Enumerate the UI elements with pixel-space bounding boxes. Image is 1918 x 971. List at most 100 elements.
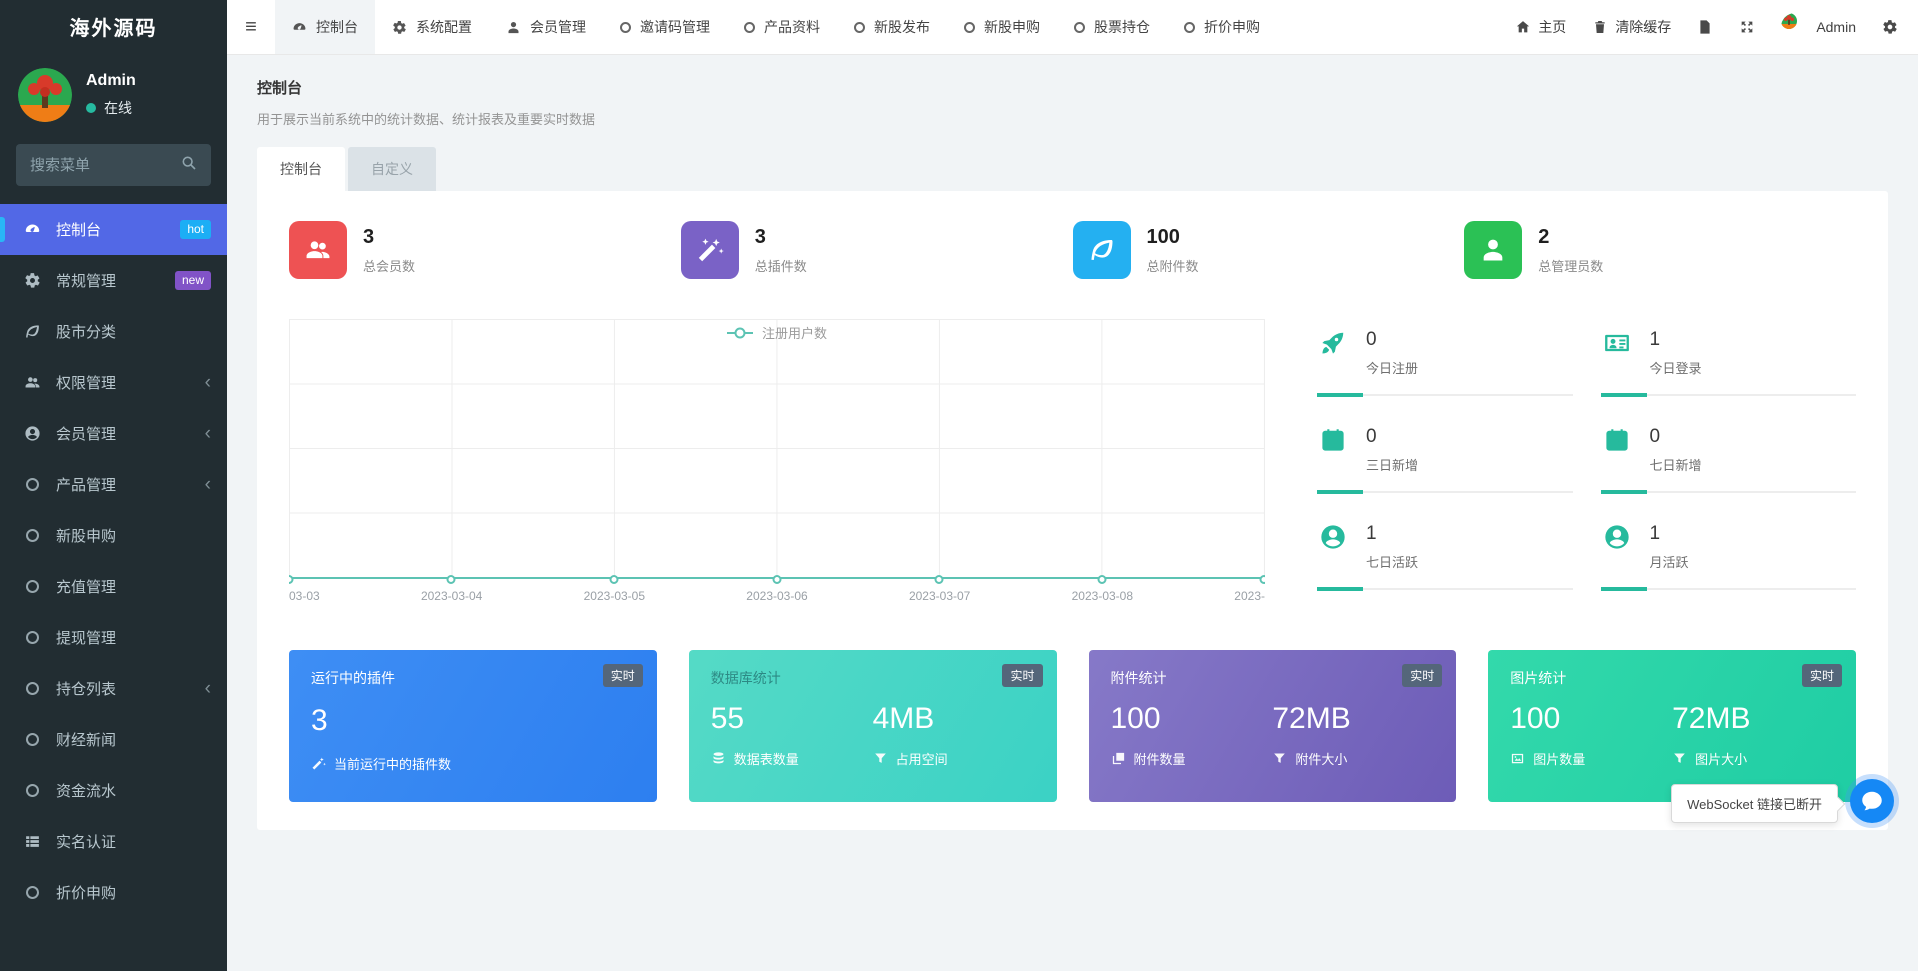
user-circle-icon [1317, 523, 1349, 551]
circle-icon [744, 22, 755, 33]
sidebar-item-positions[interactable]: 持仓列表 ‹ [0, 663, 227, 714]
sidebar-item-discount-subscription[interactable]: 折价申购 [0, 867, 227, 918]
tab-label: 新股发布 [874, 17, 930, 37]
sidebar-item-label: 充值管理 [56, 576, 116, 597]
tile-value: 2 [1538, 226, 1603, 249]
tile-total-admins: 2总管理员数 [1464, 221, 1856, 279]
chart-legend[interactable]: 注册用户数 [727, 323, 827, 342]
settings-gears-icon[interactable] [1882, 19, 1898, 35]
tab-label: 产品资料 [764, 17, 820, 37]
card-value: 3 [311, 704, 635, 738]
stat-value: 0 [1650, 426, 1702, 448]
topbar-tab-invite-codes[interactable]: 邀请码管理 [603, 0, 727, 54]
tab-label: 系统配置 [416, 17, 472, 37]
card-title: 数据库统计 [711, 668, 1035, 688]
menu-toggle-icon[interactable]: ≡ [227, 0, 275, 54]
topbar-tab-stock-positions[interactable]: 股票持仓 [1057, 0, 1167, 54]
circle-icon [20, 733, 44, 746]
realtime-badge: 实时 [603, 664, 643, 687]
topbar-tab-ipo-subscription[interactable]: 新股申购 [947, 0, 1057, 54]
chat-bubble-icon [1859, 788, 1885, 814]
sidebar-item-dashboard[interactable]: 控制台 hot [0, 204, 227, 255]
chevron-left-icon: ‹ [205, 475, 211, 494]
card-value: 4MB [873, 702, 1035, 736]
search-icon[interactable] [181, 155, 197, 176]
topbar-tab-product-info[interactable]: 产品资料 [727, 0, 837, 54]
sidebar-item-permissions[interactable]: 权限管理 ‹ [0, 357, 227, 408]
sidebar-item-withdraw[interactable]: 提现管理 [0, 612, 227, 663]
home-button[interactable]: 主页 [1515, 17, 1566, 37]
users-icon [289, 221, 347, 279]
sidebar-item-label: 控制台 [56, 219, 101, 240]
tab-dashboard[interactable]: 控制台 [257, 147, 345, 191]
tile-value: 3 [363, 226, 415, 249]
sidebar-item-ipo-subscription[interactable]: 新股申购 [0, 510, 227, 561]
panel-tabs: 控制台 自定义 [257, 147, 1888, 191]
user-circle-icon [20, 425, 44, 442]
topbar-tab-dashboard[interactable]: 控制台 [275, 0, 375, 54]
card-stat: 72MB 图片大小 [1672, 702, 1834, 768]
stat-label: 今日登录 [1650, 358, 1702, 377]
chart-data-point [934, 575, 943, 584]
document-icon[interactable] [1697, 19, 1713, 35]
sidebar-item-label: 实名认证 [56, 831, 116, 852]
tab-custom[interactable]: 自定义 [348, 147, 436, 191]
stat-monthly-active: 1月活跃 [1601, 523, 1857, 620]
stat-label: 三日新增 [1366, 455, 1418, 474]
tile-label: 总附件数 [1147, 256, 1199, 275]
clear-cache-button[interactable]: 清除缓存 [1592, 17, 1671, 37]
stat-value: 0 [1366, 329, 1418, 351]
x-axis-tick-label: 2023-03-09 [1234, 589, 1265, 603]
sidebar-item-stock-category[interactable]: 股市分类 [0, 306, 227, 357]
user-icon [1464, 221, 1522, 279]
card-database-stats: 数据库统计 实时 55 数据表数量 4MB 占用空间 [689, 650, 1057, 802]
sidebar-item-label: 提现管理 [56, 627, 116, 648]
topbar-tab-system-config[interactable]: 系统配置 [375, 0, 489, 54]
user-avatar[interactable] [18, 68, 72, 122]
topbar-tab-ipo-release[interactable]: 新股发布 [837, 0, 947, 54]
sidebar-item-label: 持仓列表 [56, 678, 116, 699]
stat-three-day-new: 0三日新增 [1317, 426, 1573, 523]
sidebar-item-label: 资金流水 [56, 780, 116, 801]
clone-icon [1111, 751, 1126, 766]
card-title: 附件统计 [1111, 668, 1435, 688]
chevron-left-icon: ‹ [205, 373, 211, 392]
x-axis-tick-label: 2023-03-07 [909, 589, 970, 603]
x-axis-tick-label: 2023-03-08 [1072, 589, 1133, 603]
sidebar-item-label: 股市分类 [56, 321, 116, 342]
th-list-icon [20, 833, 44, 850]
topbar-tab-members[interactable]: 会员管理 [489, 0, 603, 54]
sidebar-item-members[interactable]: 会员管理 ‹ [0, 408, 227, 459]
sidebar-item-fund-flow[interactable]: 资金流水 [0, 765, 227, 816]
database-icon [711, 751, 726, 766]
page-subtitle: 用于展示当前系统中的统计数据、统计报表及重要实时数据 [257, 109, 1888, 128]
websocket-tooltip: WebSocket 链接已断开 [1671, 784, 1838, 823]
tile-total-attachments: 100总附件数 [1073, 221, 1465, 279]
chart-data-point [447, 575, 456, 584]
card-value: 72MB [1672, 702, 1834, 736]
user-status: 在线 [86, 98, 136, 118]
tab-label: 新股申购 [984, 17, 1040, 37]
chart-x-labels: 2023-03-032023-03-042023-03-052023-03-06… [289, 589, 1265, 611]
sidebar-item-recharge[interactable]: 充值管理 [0, 561, 227, 612]
fullscreen-icon[interactable] [1739, 19, 1755, 35]
circle-icon [20, 529, 44, 542]
stat-seven-day-active: 1七日活跃 [1317, 523, 1573, 620]
menu-search-input[interactable] [30, 157, 170, 174]
topbar-actions: 主页 清除缓存 Admin [1515, 0, 1918, 54]
filter-icon [873, 751, 888, 766]
sidebar-item-real-name-auth[interactable]: 实名认证 [0, 816, 227, 867]
card-caption-label: 当前运行中的插件数 [334, 754, 451, 773]
card-image-stats: 图片统计 实时 100 图片数量 72MB 图片大小 [1488, 650, 1856, 802]
sidebar-item-general[interactable]: 常规管理 new [0, 255, 227, 306]
sidebar-item-finance-news[interactable]: 财经新闻 [0, 714, 227, 765]
sidebar-search [16, 144, 211, 186]
sidebar-item-products[interactable]: 产品管理 ‹ [0, 459, 227, 510]
topbar-user[interactable]: Admin [1781, 13, 1856, 41]
app-window: 海外源码 Admin 在线 控制台 hot [0, 0, 1918, 971]
chat-button[interactable] [1850, 779, 1894, 823]
tab-label: 折价申购 [1204, 17, 1260, 37]
tachometer-icon [292, 20, 307, 35]
stat-seven-day-new: 0七日新增 [1601, 426, 1857, 523]
topbar-tab-discount-subscription[interactable]: 折价申购 [1167, 0, 1277, 54]
